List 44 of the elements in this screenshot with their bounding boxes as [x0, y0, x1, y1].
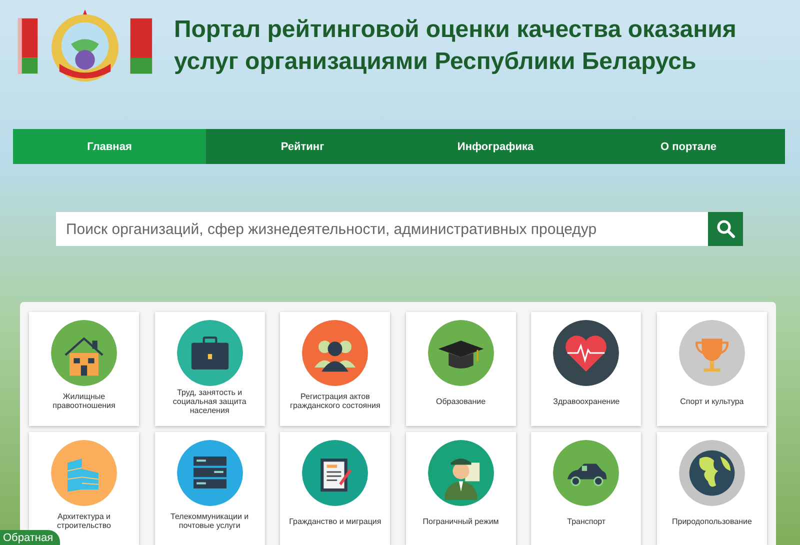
category-icon	[176, 320, 243, 386]
search-icon	[716, 219, 736, 239]
category-icon	[678, 320, 745, 386]
feedback-button[interactable]: Обратная	[0, 530, 60, 545]
category-card[interactable]: Труд, занятость и социальная защита населения	[154, 312, 265, 426]
category-icon	[302, 440, 368, 506]
category-icon	[51, 320, 117, 386]
category-label: Здравоохранение	[553, 396, 620, 406]
nav-tab[interactable]: Инфографика	[399, 129, 592, 164]
nav-tab[interactable]: О портале	[592, 129, 785, 164]
category-icon	[678, 440, 745, 506]
category-icon	[176, 440, 243, 506]
category-card[interactable]: Транспорт	[531, 432, 642, 545]
category-label: Пограничный режим	[422, 516, 499, 526]
category-card[interactable]: Регистрация актов гражданского состояния	[280, 312, 390, 426]
category-label: Регистрация актов гражданского состояния	[289, 392, 382, 410]
category-label: Телекоммуникации и почтовые услуги	[170, 512, 250, 530]
category-icon	[428, 320, 494, 386]
category-label: Спорт и культура	[680, 396, 744, 406]
category-icon	[51, 440, 117, 506]
category-card[interactable]: Пограничный режим	[406, 432, 516, 545]
category-label: Жилищные правоотношения	[52, 392, 116, 410]
category-label: Образование	[436, 396, 486, 406]
site-title: услуг организациями Республики Беларусь	[174, 47, 698, 77]
nav-tab[interactable]: Рейтинг	[206, 129, 399, 164]
category-icon	[553, 440, 620, 506]
category-label: Архитектура и строительство	[56, 512, 112, 530]
site-title: Портал рейтинговой оценки качества оказания	[174, 15, 736, 45]
category-card[interactable]: Природопользование	[656, 432, 767, 545]
category-label: Транспорт	[567, 516, 606, 526]
category-icon	[553, 320, 620, 386]
category-card[interactable]: Спорт и культура	[656, 312, 767, 426]
search-button[interactable]	[708, 212, 743, 246]
category-card[interactable]: Жилищные правоотношения	[29, 312, 139, 426]
category-card[interactable]: Телекоммуникации и почтовые услуги	[154, 432, 265, 545]
category-label: Труд, занятость и социальная защита населения	[172, 388, 248, 414]
category-card[interactable]: Здравоохранение	[531, 312, 642, 426]
category-icon	[428, 440, 494, 506]
category-icon	[302, 320, 368, 386]
search-field[interactable]: Поиск организаций, сфер жизнедеятельности, административных процедур	[56, 212, 708, 246]
category-label: Природопользование	[672, 516, 752, 526]
category-card[interactable]: Гражданство и миграция	[280, 432, 390, 545]
category-card[interactable]: Образование	[406, 312, 516, 426]
category-label: Гражданство и миграция	[289, 516, 382, 526]
